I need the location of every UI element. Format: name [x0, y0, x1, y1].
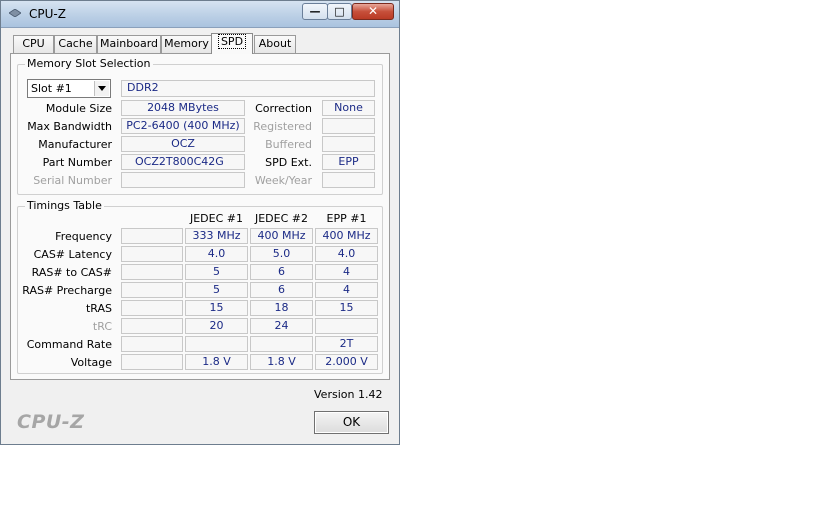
tab-label: Cache [58, 37, 93, 50]
timing-empty-cell [121, 300, 183, 316]
timing-cell: 5 [185, 264, 248, 280]
timing-cell: 24 [250, 318, 313, 334]
part-number-label: Part Number [42, 156, 112, 169]
timing-cell: 1.8 V [250, 354, 313, 370]
timing-empty-cell [121, 336, 183, 352]
column-header: JEDEC #1 [189, 212, 243, 225]
app-icon [9, 9, 21, 17]
timing-row-label: Command Rate [26, 338, 112, 351]
max-bandwidth-label: Max Bandwidth [27, 120, 112, 133]
group-title: Memory Slot Selection [25, 57, 153, 70]
tab-label: About [258, 37, 292, 50]
timing-empty-cell [121, 246, 183, 262]
registered-field [322, 118, 375, 134]
timing-row-label: RAS# Precharge [22, 284, 112, 297]
chevron-down-icon[interactable] [94, 81, 109, 96]
close-button[interactable]: ✕ [352, 3, 394, 20]
timing-cell: 6 [250, 282, 313, 298]
tab-label: Memory [164, 37, 209, 50]
timing-cell [315, 318, 378, 334]
maximize-button[interactable]: □ [327, 3, 352, 20]
spd-ext-field: EPP [322, 154, 375, 170]
timing-empty-cell [121, 318, 183, 334]
tab-label: SPD [217, 34, 247, 49]
manufacturer-field: OCZ [121, 136, 245, 152]
timing-cell: 333 MHz [185, 228, 248, 244]
cpuz-window: CPU-Z — □ ✕ CPU Cache Mainboard Memory S… [0, 0, 400, 445]
week-year-label: Week/Year [254, 174, 312, 187]
timing-cell: 15 [185, 300, 248, 316]
tab-spd[interactable]: SPD [211, 33, 253, 54]
tab-cpu[interactable]: CPU [13, 35, 54, 53]
close-icon: ✕ [367, 4, 379, 18]
tab-label: CPU [22, 37, 45, 50]
timing-cell: 4.0 [315, 246, 378, 262]
correction-label: Correction [255, 102, 312, 115]
timing-row-label: tRC [92, 320, 112, 333]
timing-row-label: Voltage [70, 356, 112, 369]
timing-cell: 400 MHz [315, 228, 378, 244]
memory-type-field: DDR2 [121, 80, 375, 97]
timing-empty-cell [121, 264, 183, 280]
timing-cell: 18 [250, 300, 313, 316]
tab-about[interactable]: About [254, 35, 296, 53]
timing-cell: 5.0 [250, 246, 313, 262]
timing-cell [185, 336, 248, 352]
module-size-field: 2048 MBytes [121, 100, 245, 116]
timing-row-label: CAS# Latency [33, 248, 112, 261]
tab-label: Mainboard [99, 37, 159, 50]
timing-cell: 4 [315, 264, 378, 280]
ok-button[interactable]: OK [314, 411, 389, 434]
module-size-label: Module Size [45, 102, 112, 115]
buffered-field [322, 136, 375, 152]
slot-select-value: Slot #1 [31, 82, 72, 95]
title-bar[interactable]: CPU-Z — □ ✕ [1, 1, 399, 28]
tab-mainboard[interactable]: Mainboard [97, 35, 161, 53]
serial-number-label: Serial Number [33, 174, 112, 187]
version-text: Version 1.42 [314, 388, 383, 401]
correction-field: None [322, 100, 375, 116]
timing-cell: 400 MHz [250, 228, 313, 244]
timing-cell: 4 [315, 282, 378, 298]
timing-cell: 20 [185, 318, 248, 334]
slot-select[interactable]: Slot #1 [27, 79, 111, 98]
timing-cell: 6 [250, 264, 313, 280]
part-number-field: OCZ2T800C42G [121, 154, 245, 170]
registered-label: Registered [253, 120, 312, 133]
timing-row-label: tRAS [85, 302, 112, 315]
serial-number-field [121, 172, 245, 188]
timing-cell: 2.000 V [315, 354, 378, 370]
max-bandwidth-field: PC2-6400 (400 MHz) [121, 118, 245, 134]
timing-row-label: RAS# to CAS# [31, 266, 112, 279]
tab-memory[interactable]: Memory [161, 35, 212, 53]
week-year-field [322, 172, 375, 188]
window-title: CPU-Z [29, 7, 66, 21]
timing-empty-cell [121, 282, 183, 298]
minimize-button[interactable]: — [302, 3, 328, 20]
column-header: JEDEC #2 [254, 212, 308, 225]
manufacturer-label: Manufacturer [38, 138, 112, 151]
spd-panel: Memory Slot Selection Slot #1 DDR2 Modul… [10, 53, 390, 380]
spd-ext-label: SPD Ext. [265, 156, 312, 169]
timing-empty-cell [121, 354, 183, 370]
timing-cell: 4.0 [185, 246, 248, 262]
timing-cell: 1.8 V [185, 354, 248, 370]
column-header: EPP #1 [326, 212, 367, 225]
group-title: Timings Table [25, 199, 104, 212]
buffered-label: Buffered [265, 138, 312, 151]
tab-cache[interactable]: Cache [54, 35, 97, 53]
timing-cell: 2T [315, 336, 378, 352]
minimize-icon: — [309, 5, 321, 18]
timing-cell: 15 [315, 300, 378, 316]
cpuz-logo: CPU-Z [17, 411, 85, 433]
timing-row-label: Frequency [55, 230, 112, 243]
timing-cell: 5 [185, 282, 248, 298]
timing-empty-cell [121, 228, 183, 244]
maximize-icon: □ [334, 5, 345, 18]
timing-cell [250, 336, 313, 352]
